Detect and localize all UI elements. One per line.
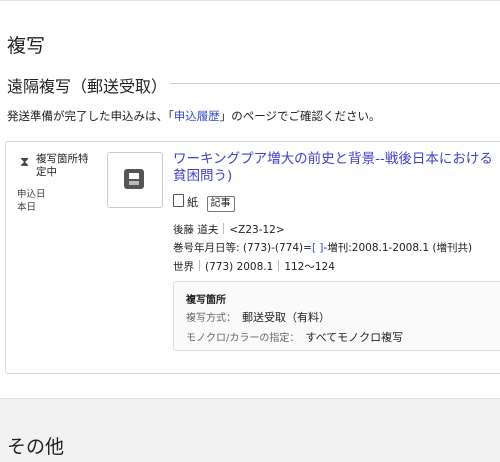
apply-date-label: 申込日 <box>17 189 46 200</box>
copy-method-value: 郵送受取（有料） <box>242 311 330 324</box>
item-title-link[interactable]: ワーキングプア増大の前史と背景--戦後日本における貧困問う) <box>173 151 500 185</box>
medium-label: 紙 <box>187 196 198 209</box>
document-icon <box>124 169 144 189</box>
paper-icon <box>173 194 184 207</box>
color-row: モノクロ/カラーの指定： すべてモノクロ複写 <box>186 329 403 345</box>
request-card: ⧗ 複写箇所特定中 申込日 本日 ワーキングプア増大の前史と背景--戦後日本にお… <box>5 141 500 374</box>
call-number: <Z23-12> <box>229 224 285 236</box>
volume-prefix: 巻号年月日等: (773)-(774)= <box>173 242 312 254</box>
copy-details-box: 複写箇所 複写方式： 郵送受取（有料） モノクロ/カラーの指定： すべてモノクロ複写 <box>173 281 500 351</box>
volume-suffix: -増刊:2008.1-2008.1 (増刊共) <box>323 242 473 254</box>
section-title: 遠隔複写（郵送受取） <box>7 77 168 96</box>
volume-link[interactable]: [ ] <box>312 242 324 254</box>
copy-panel: 複写 遠隔複写（郵送受取） 発送準備が完了した申込みは、「申込履歴」のページでご… <box>0 0 500 399</box>
publication: 世界 <box>173 261 194 273</box>
notice-after: 」のページでご確認ください。 <box>219 109 381 123</box>
copy-method-row: 複写方式： 郵送受取（有料） <box>186 309 330 325</box>
notice-text: 発送準備が完了した申込みは、「申込履歴」のページでご確認ください。 <box>7 108 381 124</box>
other-section-title: その他 <box>7 436 65 458</box>
publication-line: 世界 (773) 2008.1 112〜124 <box>173 259 335 274</box>
type-badge: 記事 <box>206 196 235 212</box>
status-label: 複写箇所特定中 <box>36 153 89 178</box>
volume-line: 巻号年月日等: (773)-(774)=[ ]-増刊:2008.1-2008.1… <box>173 240 472 255</box>
issue: (773) 2008.1 <box>205 261 274 273</box>
color-value: すべてモノクロ複写 <box>305 331 404 344</box>
page-title: 複写 <box>7 35 46 57</box>
pages: 112〜124 <box>284 261 335 273</box>
author-line: 後藤 道夫 <Z23-12> <box>173 222 285 237</box>
history-link[interactable]: 申込履歴 <box>174 109 220 123</box>
item-thumbnail[interactable] <box>107 152 163 208</box>
color-label: モノクロ/カラーの指定： <box>186 333 300 344</box>
notice-before: 発送準備が完了した申込みは、「 <box>7 109 174 123</box>
hourglass-icon: ⧗ <box>20 155 30 170</box>
copy-method-label: 複写方式： <box>186 313 236 324</box>
copy-box-title: 複写箇所 <box>186 295 226 306</box>
apply-date: 本日 <box>17 202 37 213</box>
item-tags: 紙 記事 <box>173 194 235 212</box>
author: 後藤 道夫 <box>173 224 219 236</box>
section-divider <box>170 83 500 84</box>
